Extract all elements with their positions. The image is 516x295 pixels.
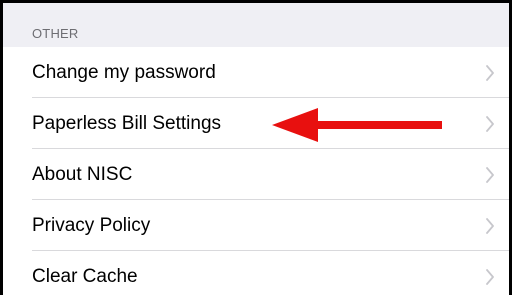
settings-list: Change my password Paperless Bill Settin… [3, 47, 509, 295]
red-arrow-icon [272, 108, 442, 142]
chevron-right-icon [486, 166, 494, 183]
row-about-nisc[interactable]: About NISC [3, 149, 509, 200]
section-header: OTHER [3, 3, 509, 47]
row-label: About NISC [32, 163, 133, 185]
chevron-right-icon [486, 64, 494, 81]
row-label: Clear Cache [32, 265, 138, 287]
row-label: Paperless Bill Settings [32, 112, 222, 134]
row-change-password[interactable]: Change my password [3, 47, 509, 98]
row-clear-cache[interactable]: Clear Cache [3, 251, 509, 295]
row-privacy-policy[interactable]: Privacy Policy [3, 200, 509, 251]
chevron-right-icon [486, 115, 494, 132]
row-label: Privacy Policy [32, 214, 151, 236]
settings-panel: OTHER Change my password Paperless Bill … [0, 0, 512, 295]
row-label: Change my password [32, 61, 216, 83]
section-title: OTHER [32, 26, 79, 41]
chevron-right-icon [486, 217, 494, 234]
chevron-right-icon [486, 268, 494, 285]
